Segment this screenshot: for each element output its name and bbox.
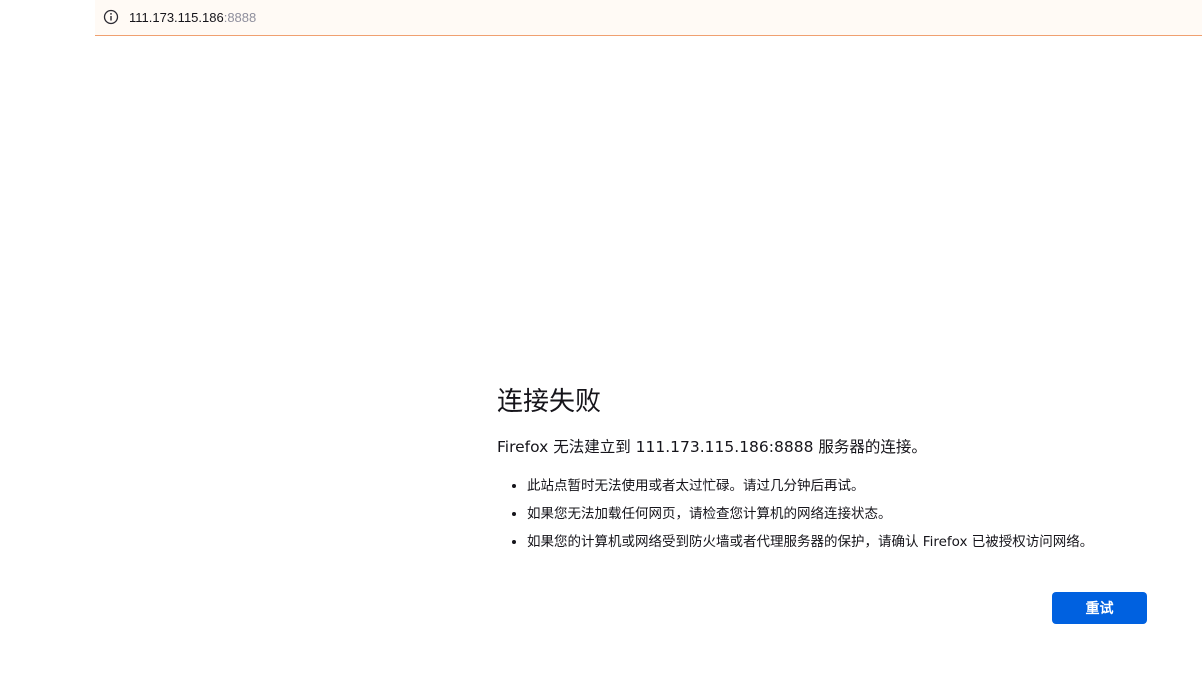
url-text[interactable]: 111.173.115.186:8888 [129, 9, 256, 27]
toolbar-spacer [0, 0, 95, 36]
error-description: Firefox 无法建立到 111.173.115.186:8888 服务器的连… [497, 438, 927, 456]
url-bar[interactable]: 111.173.115.186:8888 [0, 0, 1202, 36]
list-item: 此站点暂时无法使用或者太过忙碌。请过几分钟后再试。 [527, 472, 1177, 500]
list-item: 如果您无法加载任何网页，请检查您计算机的网络连接状态。 [527, 500, 1177, 528]
info-icon[interactable] [103, 9, 119, 25]
retry-button[interactable]: 重试 [1052, 592, 1147, 624]
error-title: 连接失败 [497, 387, 602, 417]
list-item: 如果您的计算机或网络受到防火墙或者代理服务器的保护，请确认 Firefox 已被… [527, 528, 1177, 556]
url-host: 111.173.115.186 [129, 10, 224, 25]
url-port: :8888 [223, 10, 257, 25]
error-page: 连接失败 Firefox 无法建立到 111.173.115.186:8888 … [497, 380, 1177, 556]
error-suggestions: 此站点暂时无法使用或者太过忙碌。请过几分钟后再试。 如果您无法加载任何网页，请检… [497, 472, 1177, 556]
